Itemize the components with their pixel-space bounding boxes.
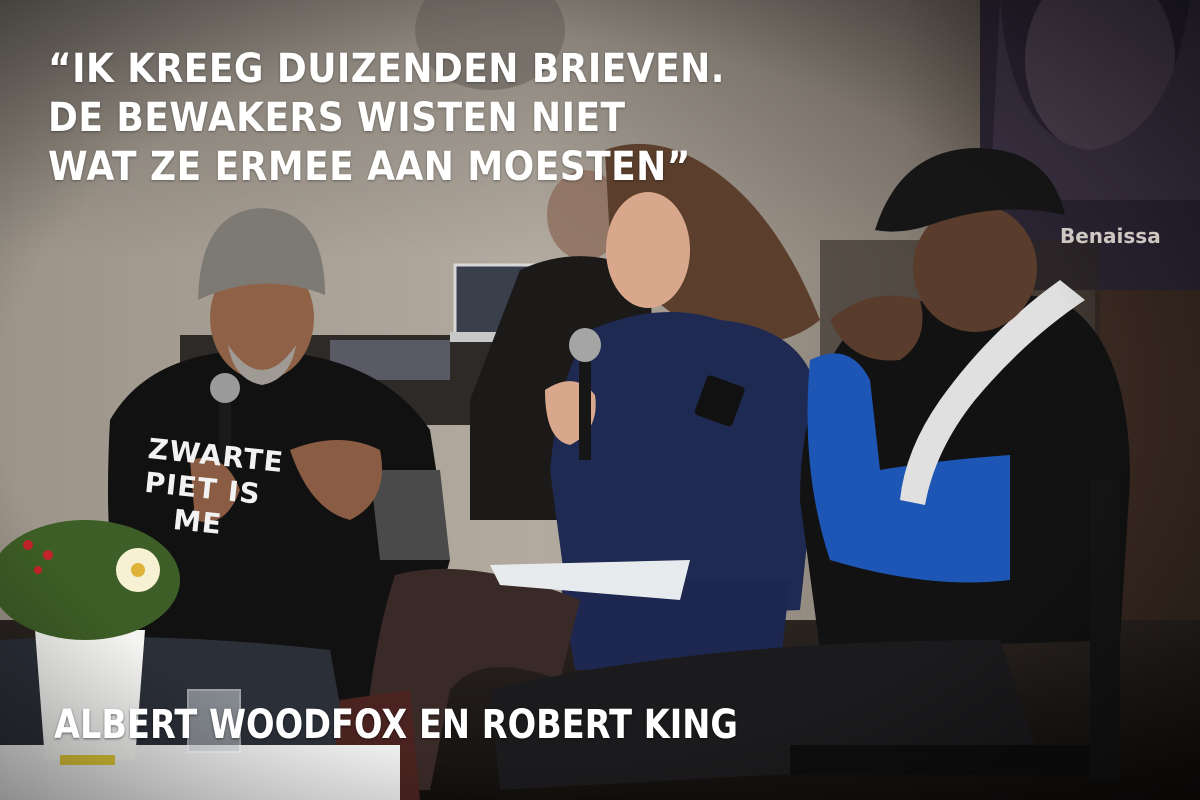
quote-line-2: DE BEWAKERS WISTEN NIET <box>48 95 626 141</box>
quote-line-3: WAT ZE ERMEE AAN MOESTEN” <box>48 144 691 190</box>
shirt-print-text: ZWARTE PIET IS ME <box>139 432 286 541</box>
quote-line-1: “IK KREEG DUIZENDEN BRIEVEN. <box>48 46 725 92</box>
photo-scene: ZWARTE PIET IS ME Benaissa “IK KREEG DUI… <box>0 0 1200 800</box>
photo-caption: ALBERT WOODFOX EN ROBERT KING <box>54 702 738 748</box>
poster-name-text: Benaissa <box>1060 224 1161 248</box>
